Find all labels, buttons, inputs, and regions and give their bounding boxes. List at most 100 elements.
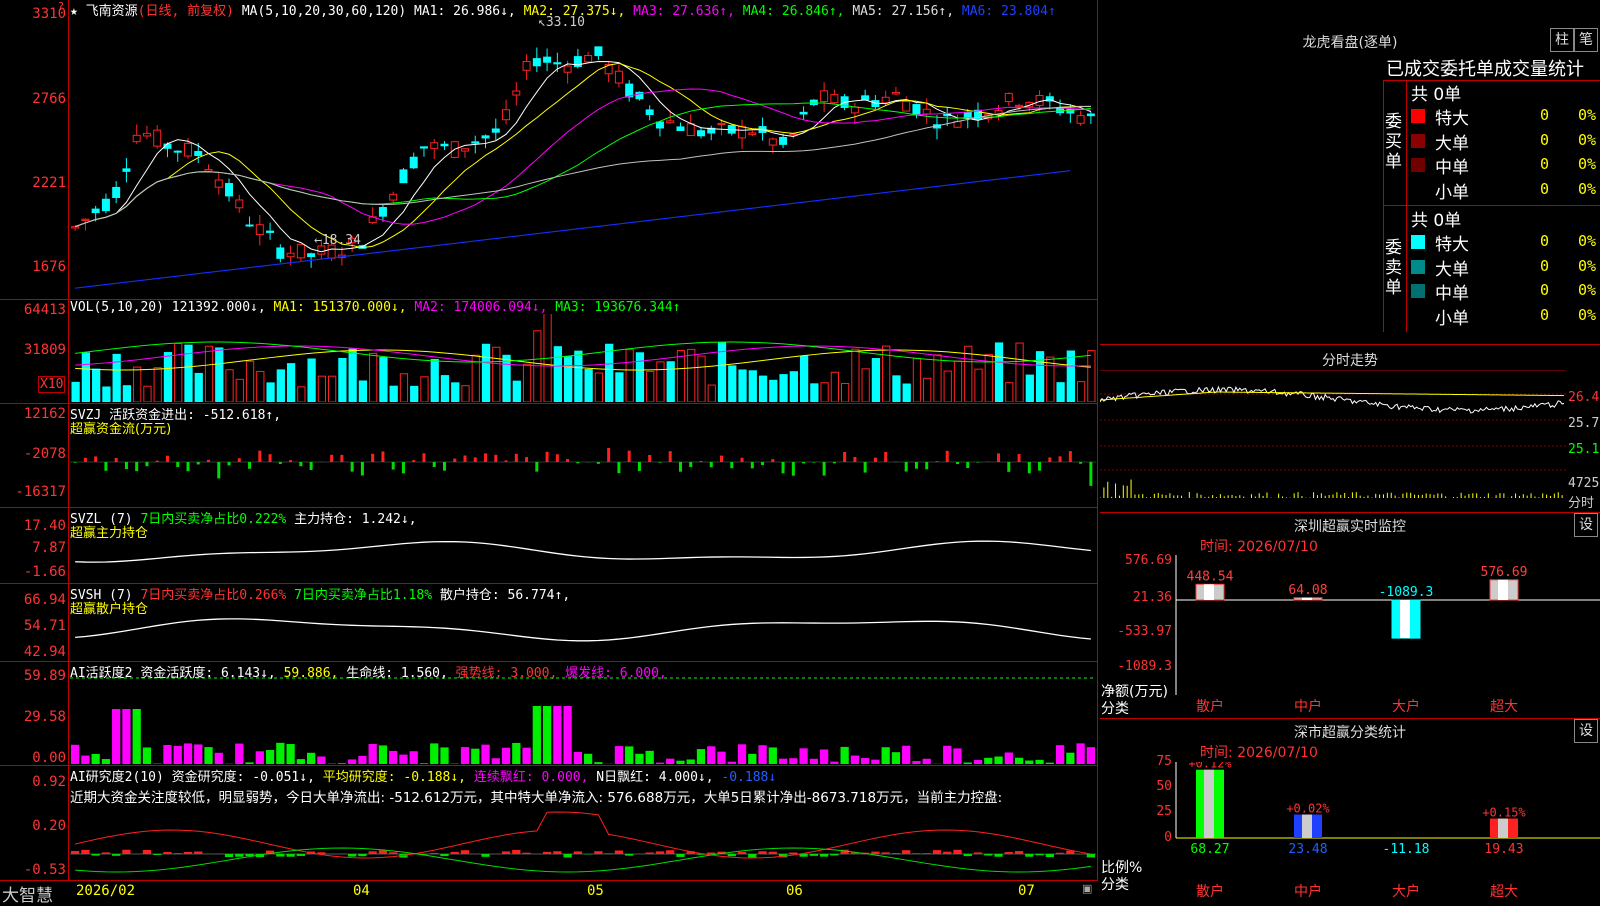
ai-research-chart[interactable] bbox=[70, 802, 1096, 878]
activity-bar bbox=[471, 749, 479, 764]
volume-bar bbox=[175, 344, 182, 402]
tick-view-button[interactable]: 笔 bbox=[1574, 28, 1598, 52]
bar-pct-label: +0.02% bbox=[1286, 802, 1330, 816]
activity-bar bbox=[974, 760, 982, 764]
sz-stats-chart[interactable]: +0.12%68.27散户+0.02%23.48中户-11.18大户+0.15%… bbox=[1100, 762, 1600, 900]
flow-bar bbox=[1059, 456, 1062, 462]
high-price-label: ↖33.10 bbox=[538, 15, 585, 30]
order-count: 0 bbox=[1540, 232, 1549, 250]
ytick: 29.58 bbox=[2, 709, 66, 725]
candle-body bbox=[226, 184, 233, 196]
research-bar bbox=[666, 850, 674, 854]
intraday-chart[interactable] bbox=[1100, 370, 1566, 510]
activity-bar bbox=[143, 747, 151, 764]
research-bar bbox=[481, 854, 489, 857]
bar-category-label: 中户 bbox=[1294, 883, 1322, 900]
volume-bar bbox=[277, 370, 284, 402]
flow-bar bbox=[484, 453, 487, 462]
order-percent: 0% bbox=[1578, 180, 1596, 198]
activity-bar bbox=[594, 762, 602, 764]
ai-research-value: 资金研究度: -0.051↓, bbox=[172, 770, 315, 785]
order-percent: 0% bbox=[1578, 131, 1596, 149]
volume-bar bbox=[513, 381, 520, 402]
svzj-panel[interactable]: 12162 -2078 -16317 SVZJ 活跃资金进出: -512.618… bbox=[0, 404, 1098, 508]
research-bar bbox=[430, 853, 438, 854]
activity-bar bbox=[204, 747, 212, 764]
activity-bar bbox=[81, 756, 89, 764]
time-label: 06 bbox=[786, 883, 803, 899]
ai-activity-panel[interactable]: 59.89 29.58 0.00 AI活跃度2 资金活跃度: 6.143↓, 5… bbox=[0, 662, 1098, 766]
bar-value-label: -1089.3 bbox=[1379, 585, 1434, 600]
order-color-swatch bbox=[1411, 134, 1425, 148]
volume-bar bbox=[893, 376, 900, 402]
order-color-swatch bbox=[1411, 158, 1425, 172]
flow-bar bbox=[925, 462, 928, 469]
volume-bar bbox=[821, 383, 828, 402]
price-chart[interactable] bbox=[70, 14, 1096, 298]
flow-bar bbox=[751, 462, 754, 468]
sz-monitor-xlabel: 分类 bbox=[1101, 698, 1129, 718]
sz-monitor-settings-button[interactable]: 设 bbox=[1574, 513, 1598, 537]
axis-tick-marks bbox=[70, 880, 1098, 884]
bar-category-label: 大户 bbox=[1392, 883, 1420, 900]
candle-body bbox=[523, 62, 530, 71]
flow-bar bbox=[176, 462, 179, 467]
volume-bar bbox=[287, 364, 294, 402]
candle-body bbox=[1036, 96, 1043, 106]
candle-body bbox=[800, 112, 807, 114]
research-bar bbox=[348, 854, 356, 857]
order-percent: 0% bbox=[1578, 281, 1596, 299]
ma6-line bbox=[75, 171, 1070, 289]
activity-bar bbox=[943, 746, 951, 764]
order-size-label: 特大 bbox=[1435, 230, 1469, 255]
research-bar bbox=[92, 854, 100, 856]
research-bar bbox=[512, 850, 520, 854]
candle-body bbox=[615, 71, 622, 83]
activity-bar bbox=[184, 743, 192, 764]
research-bar bbox=[338, 853, 346, 854]
sz-monitor-chart[interactable]: 448.54散户64.08中户-1089.3大户576.69超大 bbox=[1100, 555, 1600, 715]
ytick: -16317 bbox=[2, 484, 66, 500]
sz-stats-settings-button[interactable]: 设 bbox=[1574, 719, 1598, 743]
ai-research-header: AI研究度2(10) 资金研究度: -0.051↓, 平均研究度: -0.188… bbox=[70, 766, 776, 785]
activity-bar bbox=[122, 709, 130, 764]
sz-stats-xlabel: 分类 bbox=[1101, 874, 1129, 894]
ai-research-panel[interactable]: 0.92 0.20 -0.53 AI研究度2(10) 资金研究度: -0.051… bbox=[0, 766, 1098, 880]
candle-body bbox=[92, 209, 99, 212]
svzl-panel[interactable]: 17.40 7.87 -1.66 SVZL (7) 7日内买卖净占比0.222%… bbox=[0, 508, 1098, 584]
activity-bar bbox=[964, 763, 972, 764]
volume-bar bbox=[626, 350, 633, 402]
volume-bar bbox=[411, 386, 418, 402]
volume-bar bbox=[616, 373, 623, 402]
bar-value-label: -11.18 bbox=[1383, 842, 1430, 857]
candle-body bbox=[1005, 93, 1012, 101]
volume-panel[interactable]: 64413 31809 X10 VOL(5,10,20) 121392.000↓… bbox=[0, 300, 1098, 404]
activity-bar bbox=[543, 706, 551, 764]
research-bar bbox=[902, 850, 910, 854]
candle-body bbox=[123, 169, 130, 171]
volume-bar bbox=[103, 387, 110, 402]
question-icon[interactable]: ? bbox=[58, 0, 64, 13]
svzl-chart[interactable] bbox=[70, 522, 1096, 582]
ai-activity-chart[interactable] bbox=[70, 676, 1096, 764]
svsh-chart[interactable] bbox=[70, 598, 1096, 660]
activity-bar bbox=[1056, 745, 1064, 764]
price-panel[interactable]: 3310 2766 2221 1676 ? ★ 飞南资源(日线, 前复权) MA… bbox=[0, 0, 1098, 300]
intraday-vol-unit: 分时 bbox=[1568, 492, 1594, 511]
volume-bar bbox=[924, 378, 931, 402]
svzl-line bbox=[75, 541, 1091, 562]
volume-chart[interactable] bbox=[70, 314, 1096, 402]
order-count: 0 bbox=[1540, 306, 1549, 324]
volume-label: VOL(5,10,20) bbox=[70, 300, 164, 315]
flow-bar bbox=[679, 462, 682, 472]
candle-body bbox=[82, 219, 89, 220]
bar-view-button[interactable]: 柱 bbox=[1550, 28, 1574, 52]
bar-category-label: 散户 bbox=[1196, 698, 1224, 715]
volume-bar bbox=[370, 353, 377, 402]
research-bar bbox=[194, 851, 202, 854]
ytick: -1.66 bbox=[2, 564, 66, 580]
svzj-chart[interactable] bbox=[70, 418, 1096, 506]
svsh-panel[interactable]: 66.94 54.71 42.94 SVSH (7) 7日内买卖净占比0.266… bbox=[0, 584, 1098, 662]
candle-body bbox=[810, 100, 817, 104]
volume-bar bbox=[349, 349, 356, 402]
